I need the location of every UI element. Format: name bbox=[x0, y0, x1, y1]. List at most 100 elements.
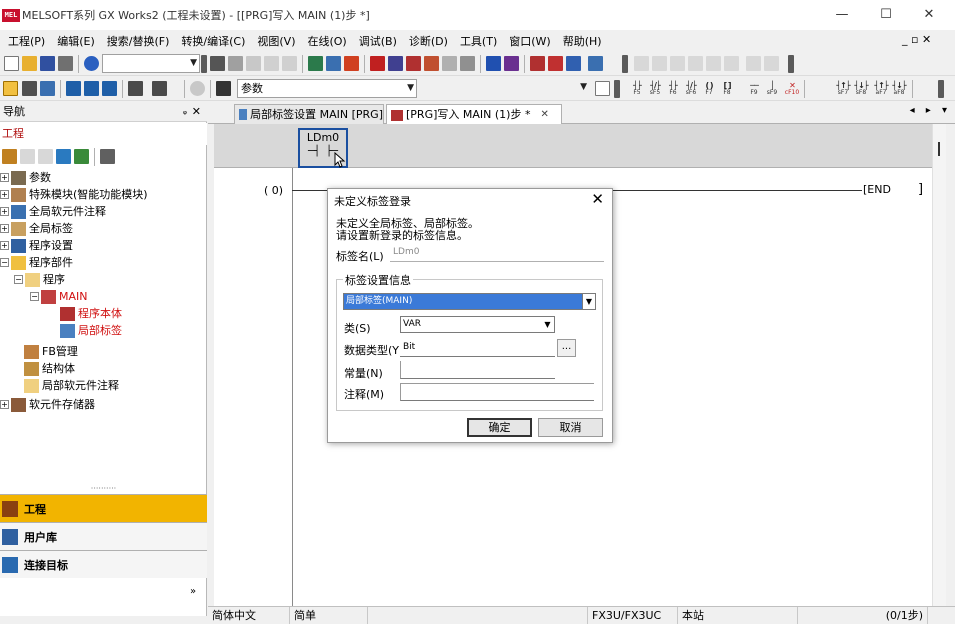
vertical-scrollbar[interactable] bbox=[932, 124, 946, 606]
connection-icon[interactable] bbox=[486, 56, 501, 71]
fkey-f7-icon[interactable]: ( ) F7 bbox=[701, 82, 717, 97]
end-instruction[interactable]: [END bbox=[863, 183, 891, 196]
write-plc-icon[interactable] bbox=[308, 56, 323, 71]
minimize-button[interactable]: — bbox=[819, 0, 865, 30]
undo-icon[interactable] bbox=[264, 56, 279, 71]
monitor-stop-icon[interactable] bbox=[388, 56, 403, 71]
monitor-start-icon[interactable] bbox=[370, 56, 385, 71]
tree-item-main[interactable]: − MAIN bbox=[30, 288, 88, 305]
nav-tab-user-library[interactable]: 用户库 bbox=[0, 522, 207, 550]
tree-item-parameter[interactable]: + 参数 bbox=[0, 169, 51, 186]
verify-icon[interactable] bbox=[344, 56, 359, 71]
fkey-sf8-icon[interactable]: ┤↓├ sF8 bbox=[853, 82, 869, 97]
tree-item-struct[interactable]: 结构体 bbox=[24, 360, 75, 377]
menu-window[interactable]: 窗口(W) bbox=[503, 33, 556, 49]
fkey-sf7-icon[interactable]: ┤↑├ sF7 bbox=[835, 82, 851, 97]
block-icon[interactable] bbox=[548, 56, 563, 71]
tree-item-global-comment[interactable]: + 全局软元件注释 bbox=[0, 203, 106, 220]
tree-item-program-body[interactable]: 程序本体 bbox=[60, 305, 122, 322]
document-icon[interactable] bbox=[595, 81, 610, 96]
fkey-f8-icon[interactable]: [ ] F8 bbox=[719, 82, 735, 97]
ladder-view-icon[interactable] bbox=[22, 81, 37, 96]
tree-item-global-label[interactable]: + 全局标签 bbox=[0, 220, 73, 237]
close-icon[interactable]: ✕ bbox=[591, 190, 604, 208]
device-list-icon[interactable] bbox=[66, 81, 81, 96]
library-icon[interactable] bbox=[216, 81, 231, 96]
help-icon[interactable] bbox=[84, 56, 99, 71]
close-button[interactable]: ✕ bbox=[906, 0, 952, 30]
diagnostic-icon[interactable] bbox=[460, 56, 475, 71]
fkey-sf5-icon[interactable]: ┤/├ sF5 bbox=[647, 82, 663, 97]
toolbar-grip[interactable] bbox=[614, 80, 620, 98]
data-type-browse-button[interactable]: ... bbox=[557, 339, 576, 357]
close-icon[interactable]: ✕ bbox=[192, 102, 201, 122]
menu-tools[interactable]: 工具(T) bbox=[454, 33, 503, 49]
tab-scroll-controls[interactable]: ◂ ▸ ▾ bbox=[910, 105, 951, 116]
collapse-icon[interactable]: − bbox=[14, 275, 23, 284]
nav-tab-connection[interactable]: 连接目标 bbox=[0, 550, 207, 578]
menu-diagnostics[interactable]: 诊断(D) bbox=[403, 33, 454, 49]
read-plc-icon[interactable] bbox=[326, 56, 341, 71]
ok-button[interactable]: 确定 bbox=[467, 418, 532, 437]
fkey-af8-icon[interactable]: ┤↓├ aF8 bbox=[891, 82, 907, 97]
fkey-sf9-icon[interactable]: │ sF9 bbox=[764, 82, 780, 97]
tree-item-program[interactable]: − 程序 bbox=[14, 271, 65, 288]
find-icon[interactable] bbox=[152, 81, 167, 96]
device-batch-icon[interactable] bbox=[84, 81, 99, 96]
sfc-icon[interactable] bbox=[530, 56, 545, 71]
more-chevron-icon[interactable]: » bbox=[190, 586, 196, 597]
tab-program-main[interactable]: [PRG]写入 MAIN (1)步 * ✕ bbox=[386, 104, 562, 125]
project-view-icon[interactable] bbox=[3, 81, 18, 96]
menu-debug[interactable]: 调试(B) bbox=[353, 33, 403, 49]
fkey-cf10-icon[interactable]: ✕ cF10 bbox=[784, 82, 800, 97]
close-icon[interactable]: ✕ bbox=[540, 106, 548, 124]
constant-input[interactable] bbox=[400, 361, 555, 379]
simulation-icon[interactable] bbox=[442, 56, 457, 71]
paste-icon[interactable] bbox=[246, 56, 261, 71]
fkey-af7-icon[interactable]: ┤↑├ aF7 bbox=[873, 82, 889, 97]
nav-splitter[interactable]: ·········· bbox=[0, 485, 207, 494]
tree-item-device-memory[interactable]: + 软元件存储器 bbox=[0, 396, 95, 413]
tree-item-program-parts[interactable]: − 程序部件 bbox=[0, 254, 73, 271]
device-comment-icon[interactable] bbox=[102, 81, 117, 96]
plc-diagnostic-icon[interactable] bbox=[504, 56, 519, 71]
fkey-f9-icon[interactable]: ── F9 bbox=[746, 82, 762, 97]
menu-project[interactable]: 工程(P) bbox=[0, 33, 51, 49]
expand-icon[interactable]: + bbox=[0, 207, 9, 216]
window-list-icon[interactable] bbox=[588, 56, 603, 71]
list-view-icon[interactable] bbox=[40, 81, 55, 96]
redo-icon[interactable] bbox=[282, 56, 297, 71]
pin-icon[interactable]: ᵩ bbox=[183, 102, 187, 122]
cancel-button[interactable]: 取消 bbox=[538, 418, 603, 437]
toolbar-combo-1[interactable]: ▼ bbox=[102, 54, 200, 73]
toolbar-grip[interactable] bbox=[201, 55, 207, 73]
refresh-icon[interactable] bbox=[74, 149, 89, 164]
fkey-sf6-icon[interactable]: ┤/├ sF6 bbox=[683, 82, 699, 97]
contact-cell[interactable]: LDm0 ─┤ ├─ bbox=[298, 128, 348, 168]
tree-item-special-module[interactable]: + 特殊模块(智能功能模块) bbox=[0, 186, 148, 203]
scroll-thumb[interactable] bbox=[938, 142, 940, 156]
menu-view[interactable]: 视图(V) bbox=[251, 33, 301, 49]
toolbar-grip[interactable] bbox=[788, 55, 794, 73]
tree-item-local-comment[interactable]: 局部软元件注释 bbox=[24, 377, 119, 394]
data-type-input[interactable]: Bit bbox=[400, 339, 555, 357]
nav-tab-project[interactable]: 工程 bbox=[0, 494, 207, 522]
menu-online[interactable]: 在线(O) bbox=[301, 33, 352, 49]
save-icon[interactable] bbox=[40, 56, 55, 71]
device-test-icon[interactable] bbox=[406, 56, 421, 71]
open-folder-icon[interactable] bbox=[22, 56, 37, 71]
label-name-input[interactable]: LDm0 bbox=[390, 244, 604, 262]
menu-convert-compile[interactable]: 转换/编译(C) bbox=[175, 33, 251, 49]
copy-icon[interactable] bbox=[228, 56, 243, 71]
tree-item-fb[interactable]: FB管理 bbox=[24, 343, 78, 360]
comment-input[interactable] bbox=[400, 383, 594, 401]
tab-local-label-setting[interactable]: 局部标签设置 MAIN [PRG] bbox=[234, 104, 384, 124]
expand-icon[interactable]: + bbox=[0, 190, 9, 199]
tree-item-program-setting[interactable]: + 程序设置 bbox=[0, 237, 73, 254]
menu-edit[interactable]: 编辑(E) bbox=[51, 33, 101, 49]
label-icon[interactable] bbox=[566, 56, 581, 71]
properties-icon[interactable] bbox=[56, 149, 71, 164]
toolbar-combo-2[interactable]: 参数 ▼ bbox=[237, 79, 417, 98]
maximize-button[interactable]: ☐ bbox=[863, 0, 909, 30]
collapse-icon[interactable]: − bbox=[0, 258, 9, 267]
